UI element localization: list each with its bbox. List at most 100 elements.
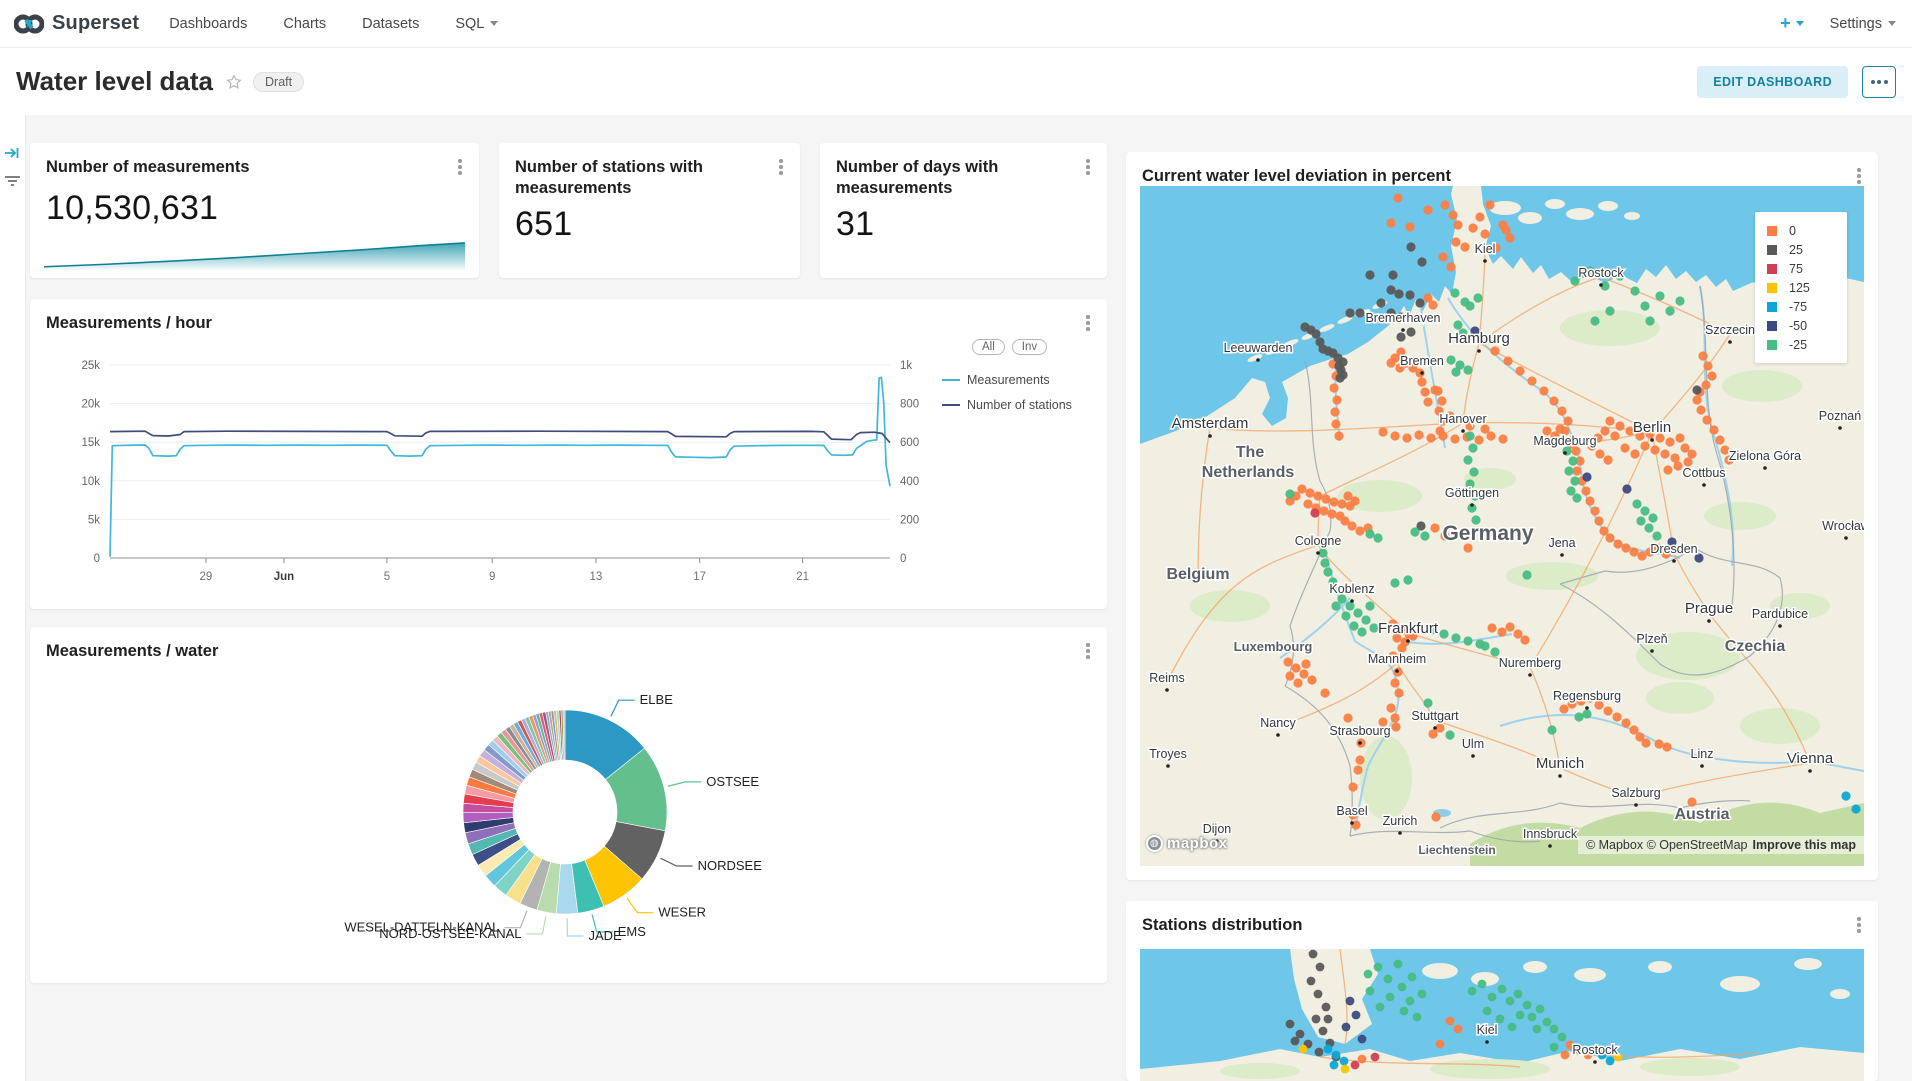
svg-text:Pardubice: Pardubice	[1752, 607, 1808, 621]
chart-card-stations-distribution: Stations distribution Kiel Rostock	[1126, 901, 1878, 1081]
nav-item-sql[interactable]: SQL	[455, 16, 498, 32]
svg-text:Rostock: Rostock	[1572, 1043, 1618, 1057]
legend-swatch	[1767, 245, 1777, 255]
svg-text:Frankfurt: Frankfurt	[1378, 620, 1439, 637]
svg-text:200: 200	[900, 514, 919, 526]
svg-text:Ulm: Ulm	[1462, 737, 1484, 751]
map-legend-item[interactable]: 125	[1767, 278, 1847, 297]
map-legend-item[interactable]: 0	[1767, 221, 1847, 240]
edit-dashboard-button[interactable]: EDIT DASHBOARD	[1697, 66, 1848, 98]
chart-card-measurements-hour: Measurements / hour All Inv Measurements…	[30, 299, 1107, 609]
card-title: Number of stations with measurements	[515, 157, 800, 199]
svg-text:Rostock: Rostock	[1578, 266, 1624, 280]
superset-logo[interactable]: Superset	[14, 12, 139, 35]
svg-text:Austria: Austria	[1674, 806, 1729, 823]
nav-item-dashboards[interactable]: Dashboards	[169, 16, 247, 32]
legend-label: 25	[1789, 243, 1803, 257]
svg-text:600: 600	[900, 437, 919, 449]
svg-text:Nancy: Nancy	[1260, 716, 1296, 730]
favorite-star-icon[interactable]	[225, 73, 243, 91]
brand-name: Superset	[52, 12, 139, 35]
map-legend-item[interactable]: -75	[1767, 297, 1847, 316]
plus-icon: +	[1780, 13, 1791, 34]
svg-text:400: 400	[900, 476, 919, 488]
svg-text:Czechia: Czechia	[1725, 638, 1786, 655]
svg-text:Hamburg: Hamburg	[1448, 330, 1510, 347]
svg-text:Leeuwarden: Leeuwarden	[1224, 341, 1293, 355]
kpi-value: 651	[515, 205, 572, 244]
card-title: Number of days with measurements	[836, 157, 1107, 199]
legend-label: -50	[1789, 319, 1807, 333]
legend-swatch	[1767, 340, 1777, 350]
mapbox-orb-icon: ◍	[1146, 835, 1163, 852]
chevron-down-icon	[490, 21, 498, 26]
svg-text:Stuttgart: Stuttgart	[1411, 709, 1459, 723]
nav-item-datasets[interactable]: Datasets	[362, 16, 419, 32]
card-menu-button[interactable]	[451, 157, 469, 177]
status-badge: Draft	[253, 72, 304, 92]
svg-text:Liechtenstein: Liechtenstein	[1418, 843, 1495, 857]
svg-text:17: 17	[693, 571, 706, 583]
svg-text:10k: 10k	[81, 476, 100, 488]
kpi-value: 31	[836, 205, 874, 244]
chevron-down-icon	[1888, 21, 1896, 26]
legend-swatch	[1767, 321, 1777, 331]
baltic-map: Kiel Rostock	[1140, 949, 1864, 1081]
svg-text:WESEL-DATTELN-KANAL: WESEL-DATTELN-KANAL	[344, 920, 499, 935]
svg-text:EMS: EMS	[618, 924, 647, 939]
svg-text:WESER: WESER	[658, 905, 706, 920]
legend-label: 125	[1789, 281, 1810, 295]
map-legend-item[interactable]: 75	[1767, 259, 1847, 278]
svg-text:Jena: Jena	[1548, 536, 1575, 550]
nav-item-sql-label: SQL	[455, 16, 484, 32]
chart-card-measurements-water: Measurements / water ELBEOSTSEENORDSEEWE…	[30, 627, 1107, 983]
filter-icon[interactable]	[4, 173, 21, 189]
svg-text:Innsbruck: Innsbruck	[1523, 827, 1578, 841]
mapbox-logo[interactable]: ◍ mapbox	[1146, 835, 1228, 852]
nav-item-charts[interactable]: Charts	[283, 16, 326, 32]
svg-text:Koblenz: Koblenz	[1329, 582, 1374, 596]
card-menu-button[interactable]	[1079, 157, 1097, 177]
page-title: Water level data	[16, 66, 213, 97]
map-viewport[interactable]: Kiel Rostock	[1140, 949, 1864, 1081]
new-item-button[interactable]: +	[1780, 13, 1804, 34]
svg-text:Kiel: Kiel	[1477, 1023, 1498, 1037]
svg-text:ELBE: ELBE	[640, 692, 674, 707]
svg-text:Wrocław: Wrocław	[1822, 519, 1864, 533]
card-title: Number of measurements	[46, 157, 290, 178]
chart-card-deviation-map: Current water level deviation in percent…	[1126, 152, 1878, 880]
map-legend-item[interactable]: -25	[1767, 335, 1847, 354]
svg-text:Mannheim: Mannheim	[1368, 652, 1426, 666]
svg-text:5k: 5k	[88, 514, 100, 526]
card-menu-button[interactable]	[772, 157, 790, 177]
improve-map-link[interactable]: Improve this map	[1753, 838, 1857, 852]
svg-text:Plzeň: Plzeň	[1636, 632, 1667, 646]
map-legend-item[interactable]: -50	[1767, 316, 1847, 335]
donut-chart[interactable]: ELBEOSTSEENORDSEEWESEREMSJADENORD-OSTSEE…	[30, 627, 1107, 983]
svg-text:Berlin: Berlin	[1633, 419, 1671, 436]
svg-text:NORDSEE: NORDSEE	[698, 858, 763, 873]
line-chart[interactable]: 005k20010k40015k60020k80025k1k29Jun59131…	[30, 299, 1107, 609]
settings-menu[interactable]: Settings	[1830, 16, 1896, 32]
svg-text:Vienna: Vienna	[1787, 750, 1834, 767]
dashboard-header: Water level data Draft EDIT DASHBOARD	[0, 48, 1912, 115]
card-menu-button[interactable]	[1850, 166, 1868, 186]
svg-text:Regensburg: Regensburg	[1553, 689, 1621, 703]
dashboard-grid: Number of measurements 10,530,631 Number…	[0, 115, 1912, 1081]
card-title: Stations distribution	[1142, 915, 1302, 936]
svg-text:0: 0	[900, 553, 906, 565]
attribution-text[interactable]: © Mapbox © OpenStreetMap	[1586, 838, 1748, 852]
card-menu-button[interactable]	[1850, 915, 1868, 935]
legend-label: -75	[1789, 300, 1807, 314]
more-options-button[interactable]	[1862, 66, 1896, 98]
svg-text:Dijon: Dijon	[1203, 822, 1232, 836]
map-legend-item[interactable]: 25	[1767, 240, 1847, 259]
svg-text:1k: 1k	[900, 360, 912, 372]
svg-text:Göttingen: Göttingen	[1445, 486, 1499, 500]
svg-text:0: 0	[94, 553, 100, 565]
expand-filters-icon[interactable]	[4, 145, 20, 161]
svg-text:The: The	[1236, 444, 1265, 461]
map-legend: 0 25 75 125 -75 -50 -25	[1755, 212, 1847, 363]
svg-text:Amsterdam: Amsterdam	[1172, 415, 1249, 432]
legend-swatch	[1767, 283, 1777, 293]
